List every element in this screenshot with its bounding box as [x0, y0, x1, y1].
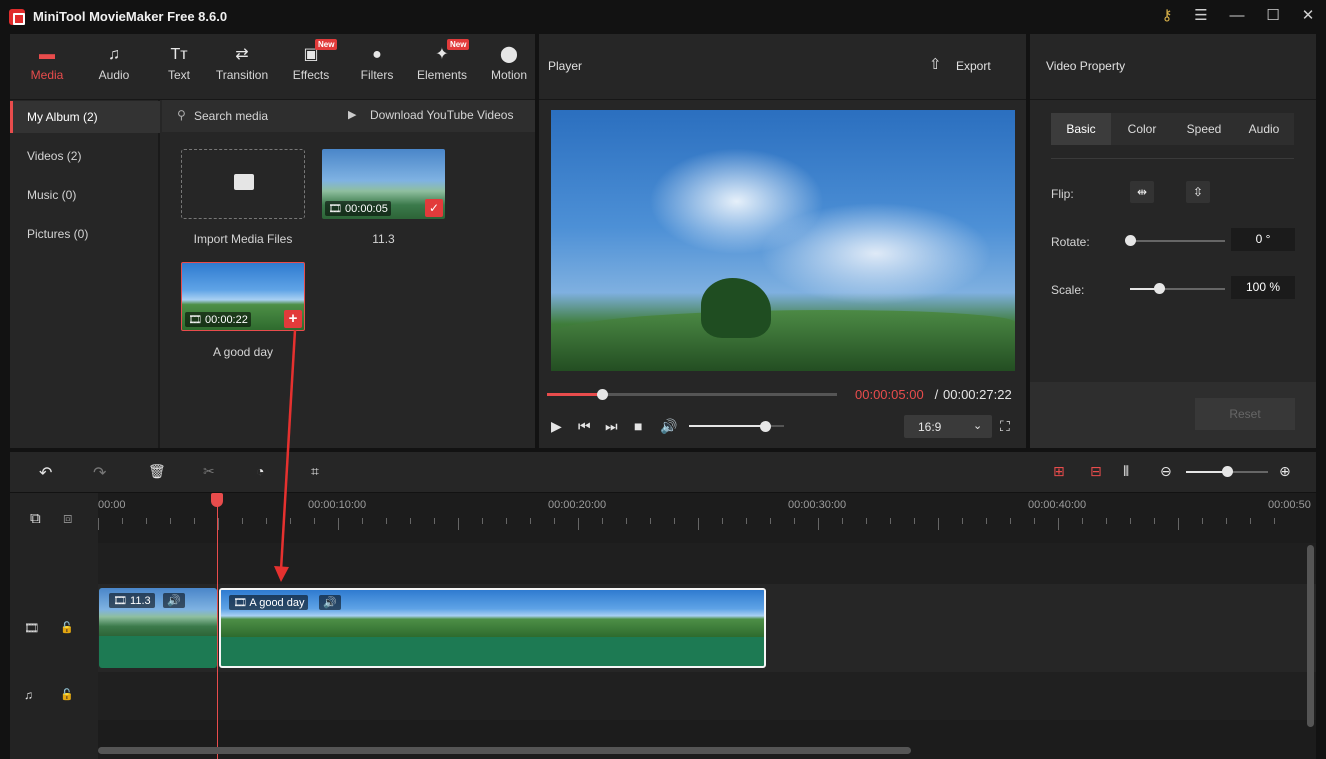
annotation-arrow: [274, 329, 297, 582]
arrow-line: [279, 329, 297, 571]
arrow-head: [274, 566, 289, 582]
